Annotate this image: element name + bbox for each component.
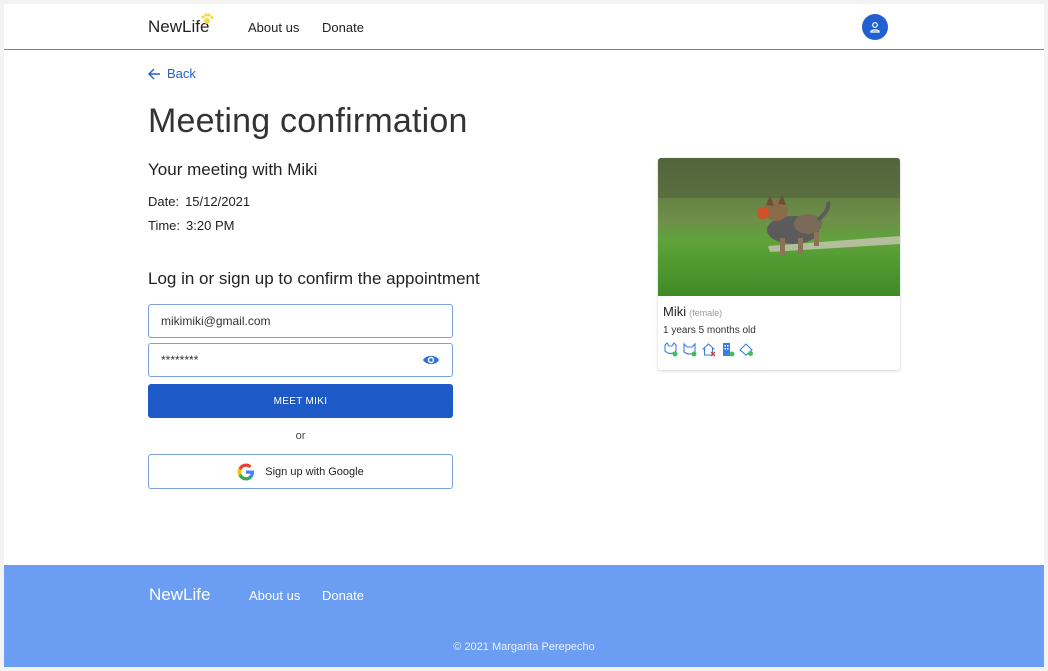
arrow-left-icon [148, 68, 160, 79]
google-signup-button[interactable]: Sign up with Google [148, 454, 453, 489]
nav-donate[interactable]: Donate [322, 20, 364, 35]
footer-about-us[interactable]: About us [249, 588, 300, 603]
email-field[interactable]: mikimiki@gmail.com [148, 304, 453, 338]
meet-miki-button[interactable]: MEET MIKI [148, 384, 453, 418]
brand-logo[interactable]: NewLife [148, 13, 214, 37]
back-label: Back [167, 66, 196, 81]
nav-about-us[interactable]: About us [248, 20, 299, 35]
password-field[interactable]: ******** [148, 343, 453, 377]
vaccinated-icon [739, 342, 754, 357]
cat-friendly-icon [682, 342, 697, 357]
footer-donate[interactable]: Donate [322, 588, 364, 603]
user-avatar-button[interactable] [862, 14, 888, 40]
pet-card[interactable]: Miki (female) 1 years 5 months old [658, 158, 900, 370]
google-signup-label: Sign up with Google [265, 465, 364, 478]
or-divider: or [295, 430, 306, 442]
meeting-subtitle: Your meeting with Miki [148, 160, 318, 179]
copyright: © 2021 Margarita Perepecho [453, 641, 595, 653]
top-navbar: NewLife About us Donate [4, 4, 1044, 50]
login-section-title: Log in or sign up to confirm the appoint… [148, 269, 480, 288]
password-value: ******** [161, 353, 199, 367]
pet-name-row: Miki (female) [663, 304, 722, 319]
user-icon [870, 22, 880, 33]
page: NewLife About us Donate Back Meeting con… [4, 4, 1044, 667]
eye-icon[interactable] [422, 351, 440, 369]
no-house-icon [701, 342, 716, 357]
pet-trait-icons [663, 342, 754, 357]
date-label: Date: [148, 194, 180, 209]
back-link[interactable]: Back [148, 66, 196, 81]
page-title: Meeting confirmation [148, 102, 468, 140]
pet-age: 1 years 5 months old [663, 325, 756, 336]
date-row: Date: 15/12/2021 [148, 194, 250, 209]
time-label: Time: [148, 218, 181, 233]
footer: NewLife About us Donate © 2021 Margarita… [4, 565, 1044, 667]
google-icon [237, 463, 255, 480]
email-value: mikimiki@gmail.com [161, 314, 271, 328]
apartment-ok-icon [720, 342, 735, 357]
paw-icon [201, 13, 214, 24]
time-value: 3:20 PM [186, 218, 235, 233]
pet-name: Miki [663, 304, 687, 319]
pet-gender: (female) [689, 308, 723, 318]
date-value: 15/12/2021 [185, 194, 251, 209]
dog-friendly-icon [663, 342, 678, 357]
pet-photo [658, 158, 900, 296]
time-row: Time: 3:20 PM [148, 218, 234, 233]
footer-brand[interactable]: NewLife [149, 585, 210, 605]
